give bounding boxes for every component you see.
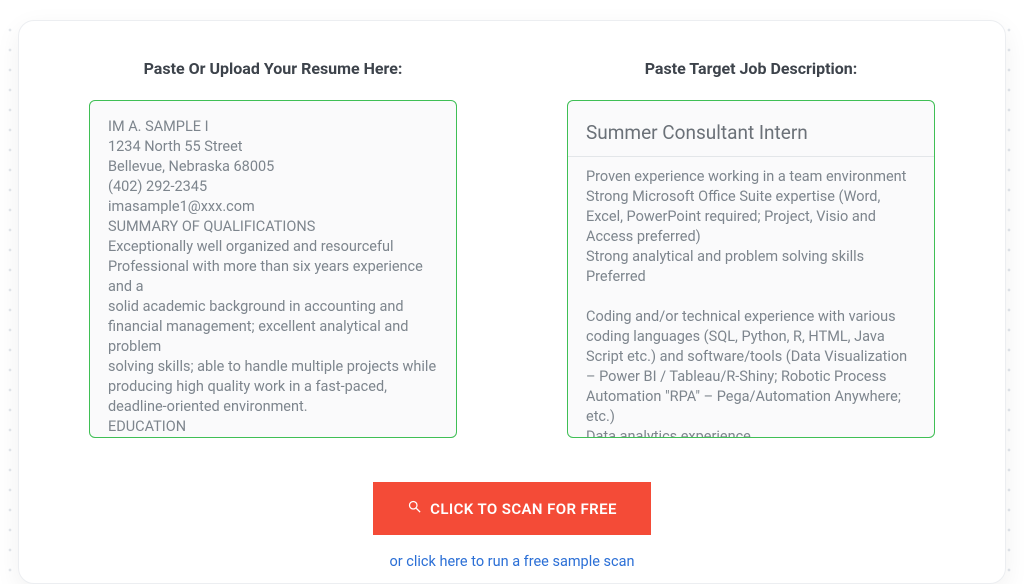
sample-row: or click here to run a free sample scan — [89, 553, 935, 570]
resume-text-content: IM A. SAMPLE I 1234 North 55 Street Bell… — [108, 117, 438, 438]
resume-column: Paste Or Upload Your Resume Here: IM A. … — [89, 59, 457, 438]
cta-row: CLICK TO SCAN FOR FREE — [89, 482, 935, 535]
jobdesc-text-content: Proven experience working in a team envi… — [586, 167, 916, 437]
main-card: Paste Or Upload Your Resume Here: IM A. … — [18, 20, 1006, 584]
sample-scan-link[interactable]: or click here to run a free sample scan — [390, 553, 635, 570]
jobdesc-field[interactable]: Proven experience working in a team envi… — [567, 100, 935, 438]
jobdesc-column-title: Paste Target Job Description: — [645, 59, 858, 78]
jobdesc-divider — [568, 156, 934, 157]
search-icon — [407, 499, 422, 518]
job-title-input[interactable] — [586, 117, 916, 156]
jobdesc-column: Paste Target Job Description: Proven exp… — [567, 59, 935, 438]
resume-column-title: Paste Or Upload Your Resume Here: — [144, 59, 403, 78]
scan-button[interactable]: CLICK TO SCAN FOR FREE — [373, 482, 651, 535]
columns-container: Paste Or Upload Your Resume Here: IM A. … — [89, 59, 935, 438]
jobdesc-scroll[interactable]: Proven experience working in a team envi… — [586, 167, 916, 437]
scan-button-label: CLICK TO SCAN FOR FREE — [430, 500, 617, 518]
resume-textarea[interactable]: IM A. SAMPLE I 1234 North 55 Street Bell… — [89, 100, 457, 438]
